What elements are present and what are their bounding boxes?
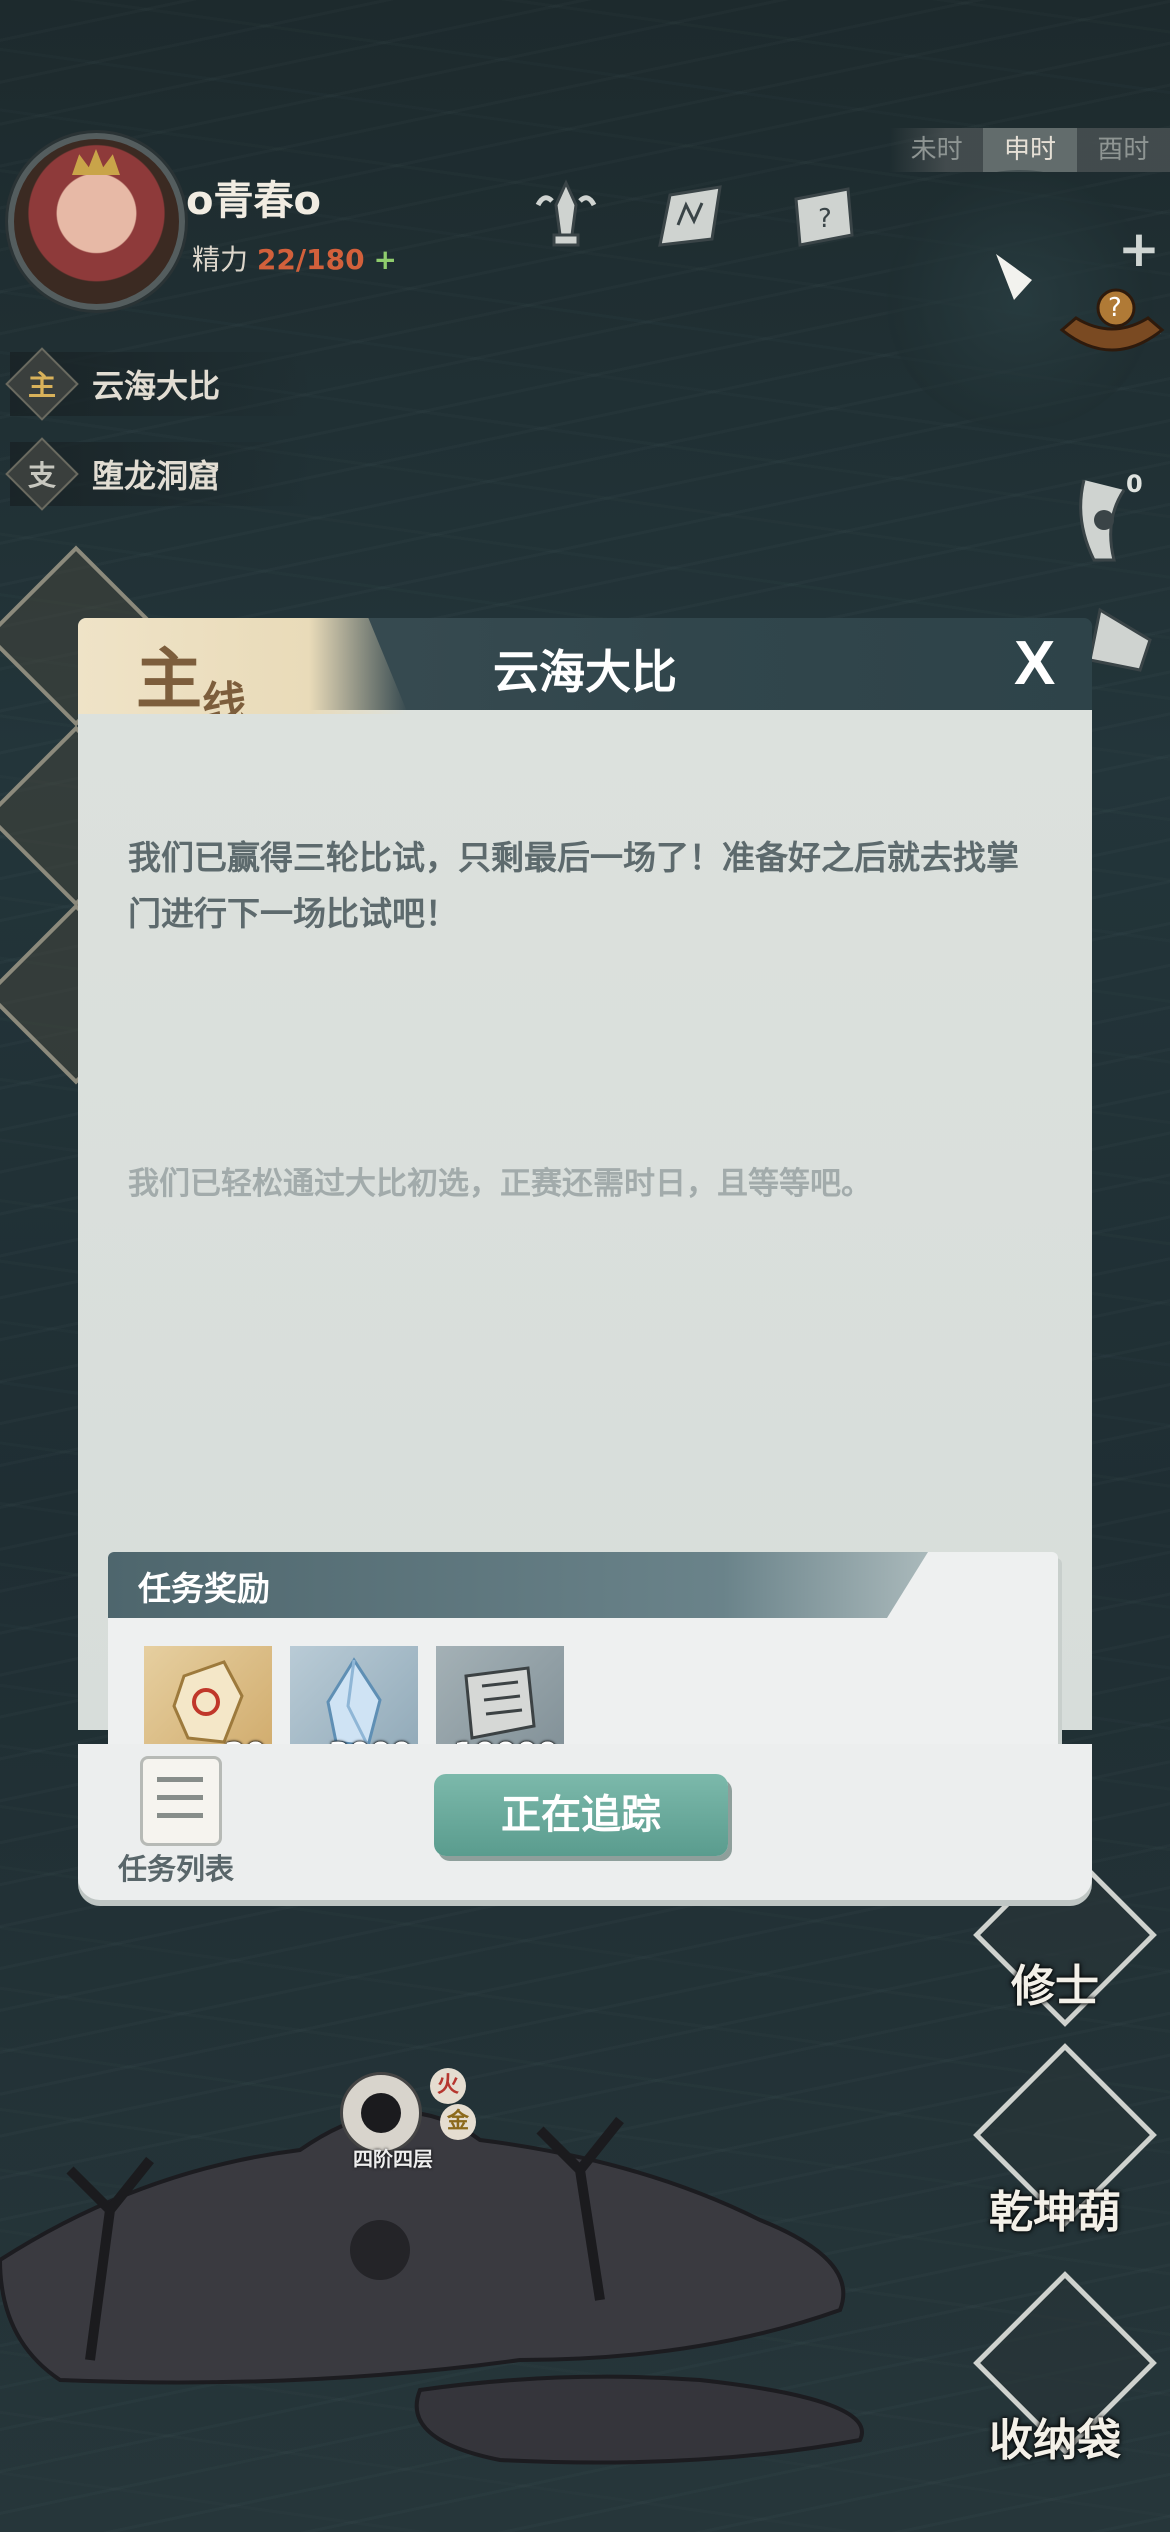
fire-element-badge: 火 bbox=[430, 2068, 466, 2104]
map-scroll-icon[interactable] bbox=[650, 175, 734, 259]
tracking-button-label: 正在追踪 bbox=[501, 1792, 661, 1838]
main-quest-badge: 主 bbox=[5, 347, 79, 421]
reward-header: 任务奖励 bbox=[108, 1552, 928, 1618]
quest-dialog: 我们已赢得三轮比试，只剩最后一场了！准备好之后就去找掌门进行下一场比试吧！ 我们… bbox=[78, 618, 1092, 1910]
gourd-button[interactable]: 乾坤葫 bbox=[973, 2043, 1157, 2238]
main-quest-label: 云海大比 bbox=[92, 367, 221, 405]
quest-tag-main[interactable]: 主 云海大比 bbox=[5, 347, 310, 421]
svg-text:?: ? bbox=[818, 204, 832, 234]
time-slot-shenshi: 申时 bbox=[983, 128, 1077, 172]
time-slot-youshi: 酉时 bbox=[1097, 135, 1150, 165]
side-quest-badge: 支 bbox=[5, 437, 79, 511]
dialog-footer: 任务列表 正在追踪 bbox=[78, 1744, 1092, 1900]
enemy-level-label: 四阶四层 bbox=[353, 2147, 433, 2171]
svg-text:?: ? bbox=[1108, 293, 1122, 323]
quest-description: 我们已赢得三轮比试，只剩最后一场了！准备好之后就去找掌门进行下一场比试吧！ bbox=[128, 838, 1019, 933]
gourd-label: 乾坤葫 bbox=[989, 2187, 1121, 2238]
player-avatar[interactable] bbox=[8, 133, 185, 310]
stamina-label: 精力 bbox=[192, 243, 249, 276]
time-of-day-bar: 未时 申时 酉时 bbox=[890, 128, 1170, 172]
quest-previous-note: 我们已轻松通过大比初选，正赛还需时日，且等等吧。 bbox=[128, 1166, 872, 1202]
stamina-row: 精力 22/180 + bbox=[192, 238, 397, 278]
dialog-body: 我们已赢得三轮比试，只剩最后一场了！准备好之后就去找掌门进行下一场比试吧！ 我们… bbox=[78, 710, 1092, 1802]
quest-list-button[interactable] bbox=[140, 1756, 222, 1846]
dialog-title: 云海大比 bbox=[493, 645, 677, 699]
quest-scroll-icon[interactable]: ? bbox=[782, 175, 866, 259]
cultivator-label: 修士 bbox=[1011, 1961, 1099, 2012]
quest-tag-side[interactable]: 支 堕龙洞窟 bbox=[5, 437, 310, 511]
enemy-spider-icon[interactable] bbox=[340, 2072, 422, 2154]
fork-count: 0 bbox=[1126, 470, 1143, 498]
metal-element-badge: 金 bbox=[440, 2104, 476, 2140]
storage-bag-button[interactable]: 收纳袋 bbox=[973, 2271, 1157, 2466]
reward-title: 任务奖励 bbox=[138, 1569, 270, 1608]
player-name: o青春o bbox=[186, 178, 321, 224]
side-quest-label: 堕龙洞窟 bbox=[92, 457, 221, 495]
sword-icon[interactable] bbox=[524, 175, 608, 259]
storage-bag-label: 收纳袋 bbox=[989, 2415, 1121, 2466]
tracking-button[interactable]: 正在追踪 bbox=[434, 1774, 728, 1856]
player-marker-icon bbox=[996, 254, 1032, 300]
close-button[interactable]: X bbox=[1014, 628, 1055, 699]
time-slot-weishi: 未时 bbox=[910, 135, 963, 165]
quest-list-label: 任务列表 bbox=[118, 1852, 235, 1886]
gourd-boat-icon[interactable]: ? bbox=[1056, 270, 1168, 370]
stamina-plus-button[interactable]: + bbox=[373, 243, 396, 276]
stamina-value: 22/180 bbox=[256, 243, 365, 276]
axe-icon[interactable] bbox=[1080, 600, 1170, 710]
